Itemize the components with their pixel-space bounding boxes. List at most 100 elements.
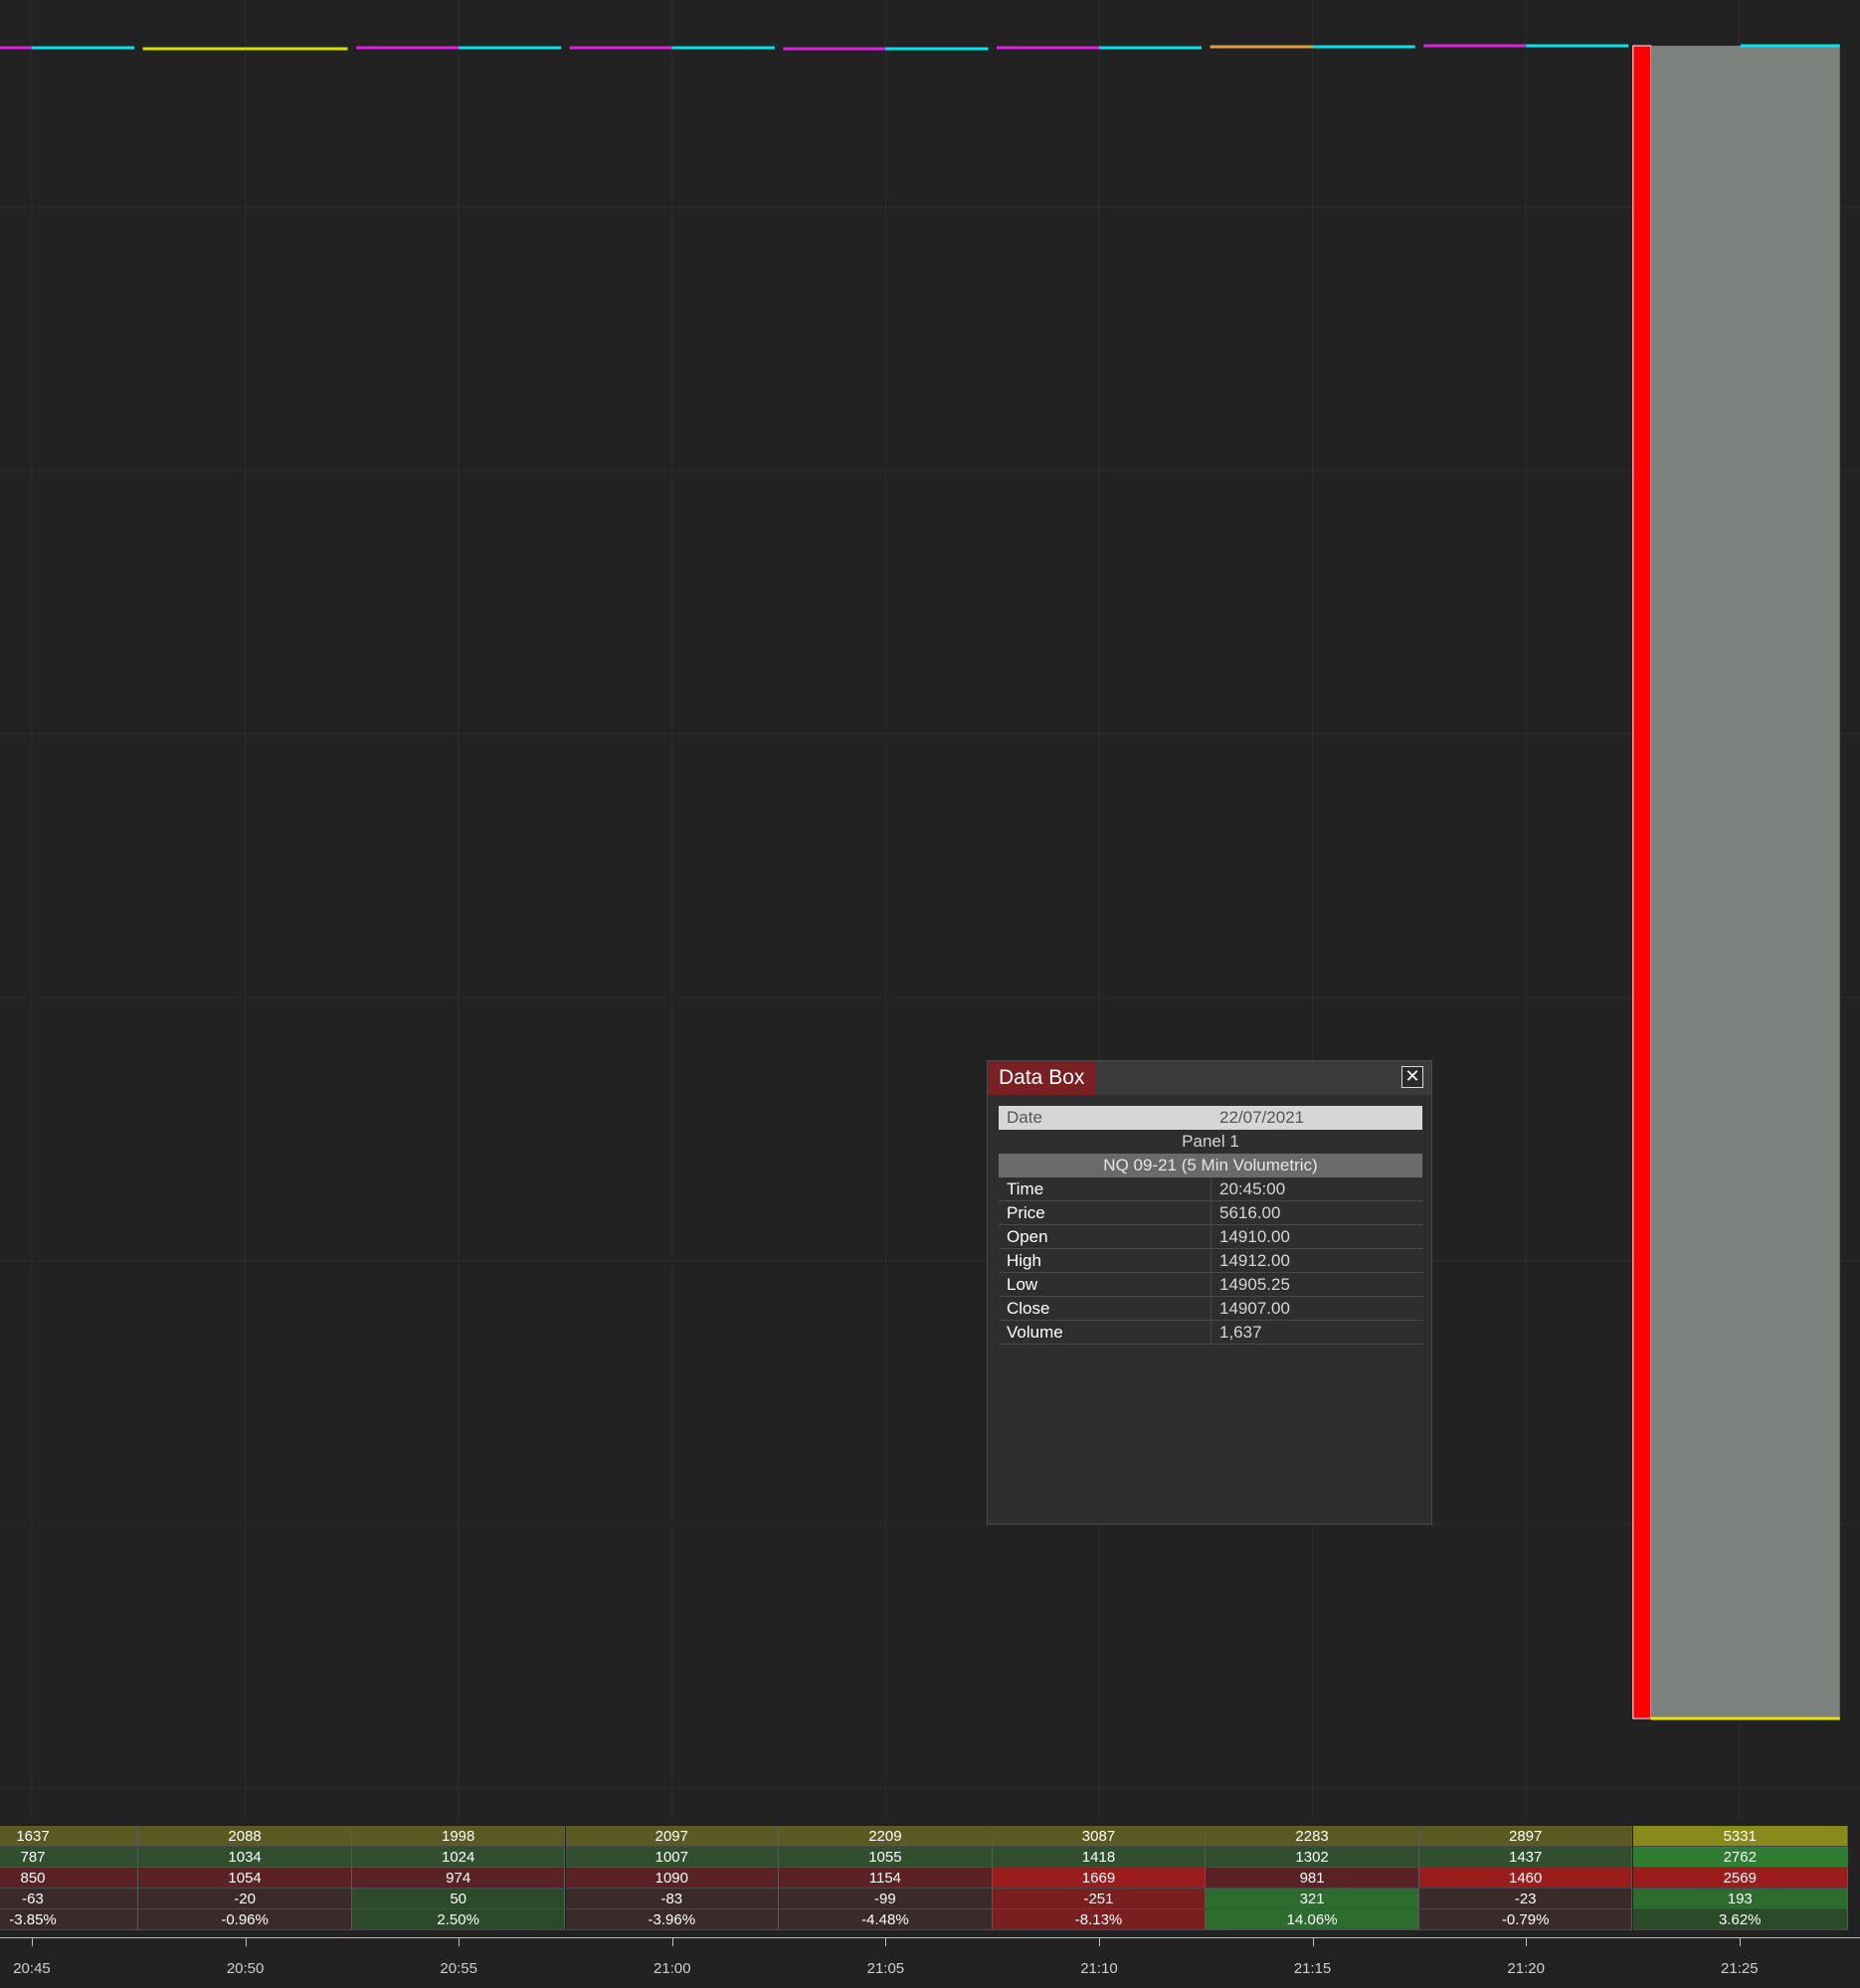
data-box-titlebar[interactable]: Data Box ✕ xyxy=(988,1061,1431,1095)
stats-cell: 1154 xyxy=(779,1868,993,1889)
stats-row-delta-percent: -3.85% -0.96% 2.50% -3.96% -4.48% -8.13% 14.06… xyxy=(0,1909,1860,1930)
date-label: Date xyxy=(1007,1108,1042,1127)
data-box-value: 5616.00 xyxy=(1219,1203,1281,1222)
stats-cell: 1637 xyxy=(0,1826,139,1847)
stats-cell: -251 xyxy=(992,1889,1207,1909)
current-bar xyxy=(1632,44,1840,1720)
data-box-window[interactable]: Data Box ✕ Date 22/07/2021 Panel 1 NQ 09… xyxy=(987,1060,1432,1525)
data-box-separator xyxy=(1210,1321,1211,1345)
stats-cell: 1302 xyxy=(1206,1847,1419,1868)
stats-cell: 2209 xyxy=(779,1826,993,1847)
data-box-separator xyxy=(1210,1297,1211,1321)
stats-cell: 974 xyxy=(351,1868,566,1889)
stats-cell: -0.96% xyxy=(138,1909,352,1930)
time-tick xyxy=(459,1938,461,1946)
data-box-value: 14910.00 xyxy=(1219,1227,1290,1246)
stats-cell: 1460 xyxy=(1418,1868,1633,1889)
stats-cell: 1007 xyxy=(565,1847,780,1868)
data-box-row-price: Price 5616.00 xyxy=(999,1201,1422,1225)
date-row: Date 22/07/2021 xyxy=(999,1106,1422,1130)
time-tick xyxy=(885,1938,887,1946)
data-box-separator xyxy=(1210,1225,1211,1249)
close-icon[interactable]: ✕ xyxy=(1401,1066,1423,1088)
time-tick xyxy=(245,1938,247,1946)
data-box-value: 14905.25 xyxy=(1219,1275,1290,1294)
stats-cell: -8.13% xyxy=(992,1909,1207,1930)
stats-cell: 2762 xyxy=(1632,1847,1848,1868)
time-label: 21:00 xyxy=(653,1960,691,1977)
stats-cell: 1055 xyxy=(779,1847,993,1868)
data-box-value: 14907.00 xyxy=(1219,1299,1290,1318)
data-box-title: Data Box xyxy=(988,1061,1096,1095)
stats-cell: 2897 xyxy=(1418,1826,1633,1847)
data-box-value: 20:45:00 xyxy=(1219,1179,1286,1198)
stats-cell: 2088 xyxy=(138,1826,352,1847)
time-label: 21:15 xyxy=(1293,1960,1332,1977)
stats-cell: -3.85% xyxy=(0,1909,139,1930)
chart-area[interactable] xyxy=(0,0,1860,1820)
stats-cell: 3.62% xyxy=(1632,1909,1848,1930)
data-box-key: Volume xyxy=(1007,1323,1063,1342)
data-box-separator xyxy=(1210,1177,1211,1201)
series-label: NQ 09-21 (5 Min Volumetric) xyxy=(999,1154,1422,1177)
time-label: 21:25 xyxy=(1721,1960,1759,1977)
stats-cell: 2569 xyxy=(1632,1868,1848,1889)
data-box-row-time: Time 20:45:00 xyxy=(999,1177,1422,1201)
time-tick xyxy=(671,1938,673,1946)
stats-cell: -4.48% xyxy=(779,1909,993,1930)
data-box-key: Price xyxy=(1007,1203,1045,1222)
stats-cell: 1034 xyxy=(138,1847,352,1868)
stats-cell: 193 xyxy=(1632,1889,1848,1909)
stats-cell: 5331 xyxy=(1632,1826,1848,1847)
data-box-row-high: High 14912.00 xyxy=(999,1249,1422,1273)
stats-row-buy-volume: 787 1034 1024 1007 1055 1418 1302 1437 2762 xyxy=(0,1847,1860,1868)
stats-row-volume: 1637 2088 1998 2097 2209 3087 2283 2897 5331 xyxy=(0,1826,1860,1847)
stats-cell: -0.79% xyxy=(1418,1909,1633,1930)
stats-cell: 3087 xyxy=(992,1826,1207,1847)
stats-cell: 14.06% xyxy=(1206,1909,1419,1930)
volumetric-stats-table: 1637 2088 1998 2097 2209 3087 2283 2897 5331 787 1… xyxy=(0,1826,1860,1932)
data-box-value: 14912.00 xyxy=(1219,1251,1290,1270)
data-box-row-low: Low 14905.25 xyxy=(999,1273,1422,1297)
price-chart[interactable] xyxy=(0,0,1860,1820)
time-tick xyxy=(32,1938,33,1946)
stats-cell: 2283 xyxy=(1206,1826,1419,1847)
volumetric-bars xyxy=(0,44,1629,51)
data-box-separator xyxy=(1210,1249,1211,1273)
stats-cell: 2.50% xyxy=(351,1909,566,1930)
stats-cell: -20 xyxy=(138,1889,352,1909)
bar-sell-column xyxy=(1632,45,1652,1719)
time-label: 21:20 xyxy=(1507,1960,1545,1977)
data-box-separator xyxy=(1210,1273,1211,1297)
time-label: 20:55 xyxy=(440,1960,477,1977)
time-axis[interactable]: 20:45 20:50 20:55 21:00 21:05 21:10 21:15 21:20… xyxy=(0,1937,1860,1988)
data-box-key: Close xyxy=(1007,1299,1050,1318)
time-tick xyxy=(1526,1938,1528,1946)
stats-cell: -83 xyxy=(565,1889,780,1909)
stats-cell: -23 xyxy=(1418,1889,1633,1909)
data-box-key: Time xyxy=(1007,1179,1044,1198)
stats-cell: 1024 xyxy=(351,1847,566,1868)
data-box-row-close: Close 14907.00 xyxy=(999,1297,1422,1321)
data-box-separator xyxy=(1210,1201,1211,1225)
date-value: 22/07/2021 xyxy=(1219,1108,1305,1127)
stats-cell: 50 xyxy=(351,1889,566,1909)
stats-cell: 1054 xyxy=(138,1868,352,1889)
stats-cell: 850 xyxy=(0,1868,139,1889)
data-box-key: Low xyxy=(1007,1275,1038,1294)
stats-cell: 1998 xyxy=(351,1826,566,1847)
data-box-value: 1,637 xyxy=(1219,1323,1262,1342)
bar-body xyxy=(1650,46,1840,1718)
stats-cell: 321 xyxy=(1206,1889,1419,1909)
time-label: 21:10 xyxy=(1080,1960,1118,1977)
time-tick xyxy=(1739,1938,1741,1946)
time-tick xyxy=(1099,1938,1100,1946)
stats-cell: 1090 xyxy=(565,1868,780,1889)
stats-cell: -63 xyxy=(0,1889,139,1909)
stats-cell: -99 xyxy=(779,1889,993,1909)
data-box-key: Open xyxy=(1007,1227,1048,1246)
stats-cell: -3.96% xyxy=(565,1909,780,1930)
data-box-row-volume: Volume 1,637 xyxy=(999,1321,1422,1345)
stats-row-sell-volume: 850 1054 974 1090 1154 1669 981 1460 2569 xyxy=(0,1868,1860,1889)
stats-cell: 1437 xyxy=(1418,1847,1633,1868)
